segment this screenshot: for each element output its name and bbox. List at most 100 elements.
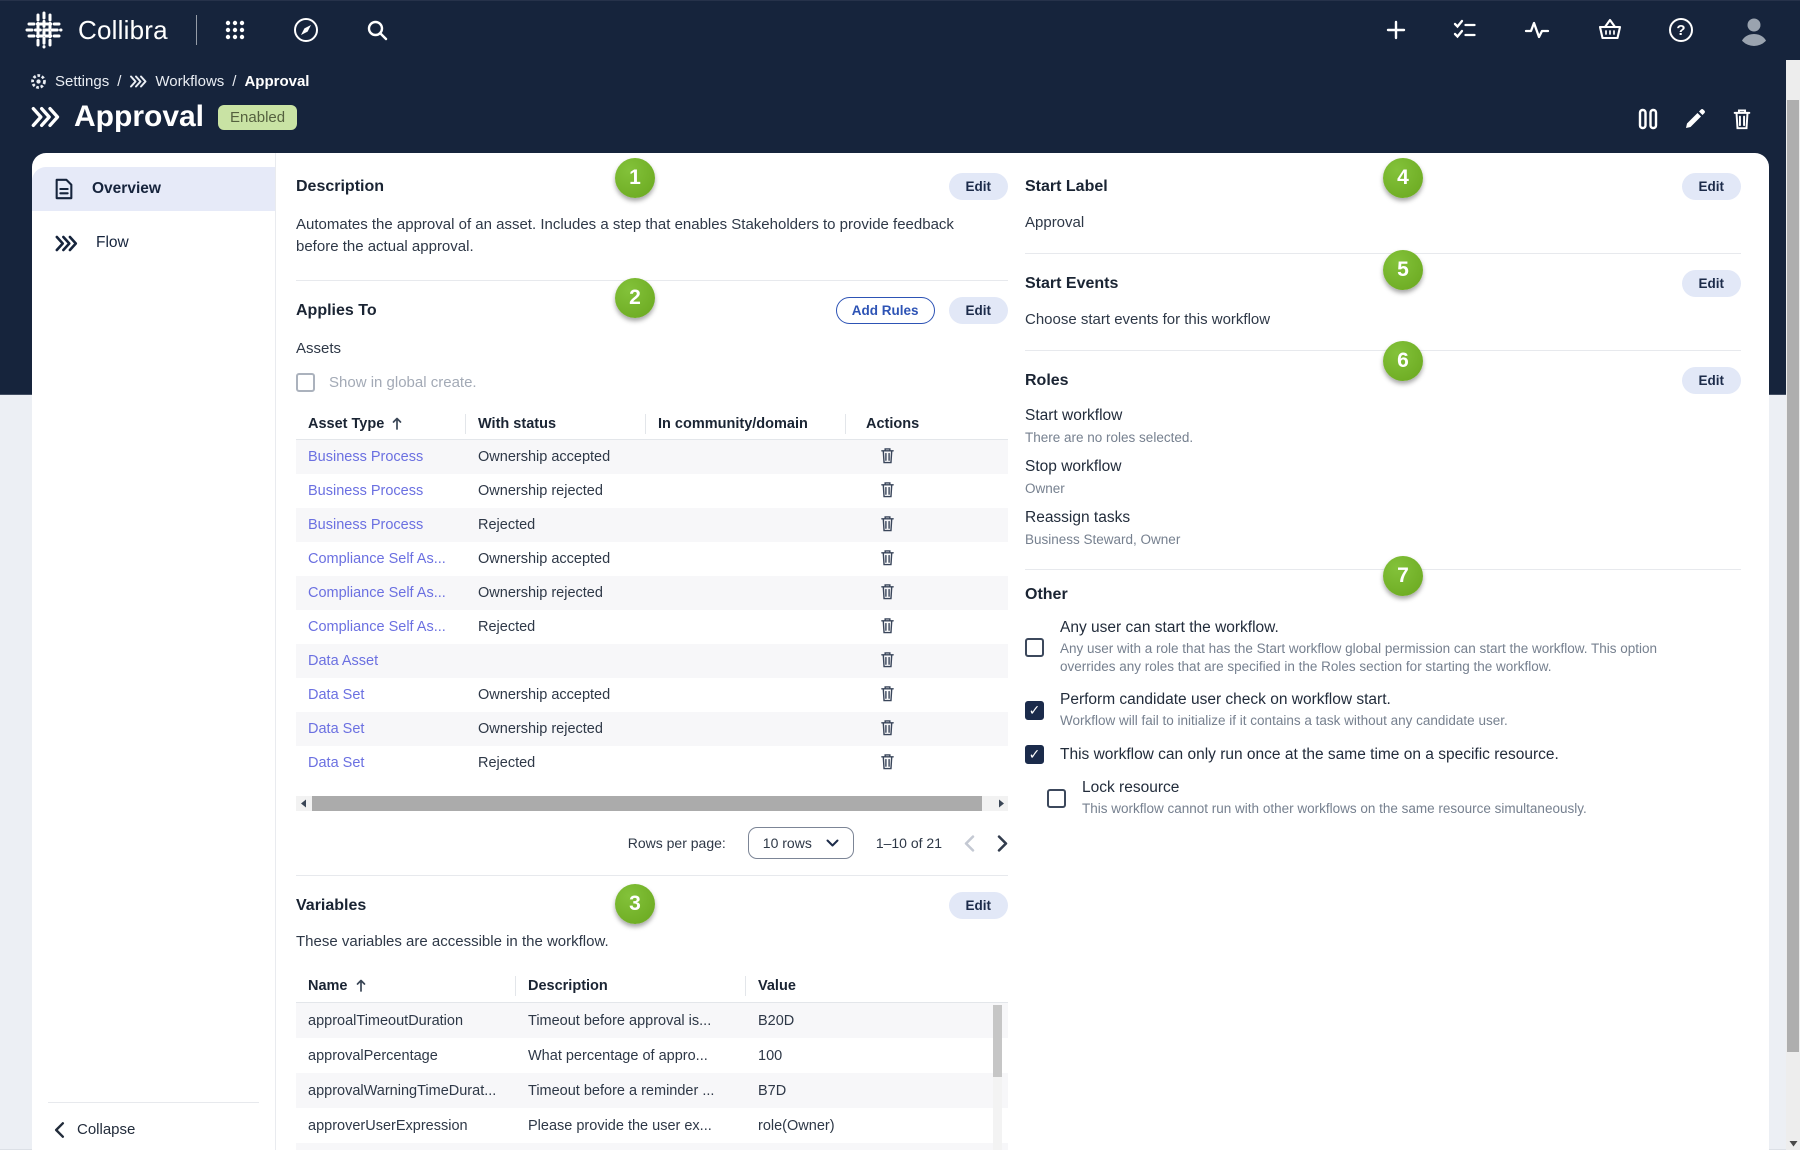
brand[interactable]: Collibra bbox=[24, 10, 168, 50]
breadcrumb: Settings / Workflows / Approval bbox=[30, 73, 309, 90]
breadcrumb-settings[interactable]: Settings bbox=[55, 73, 109, 90]
delete-row-icon[interactable] bbox=[880, 481, 895, 498]
delete-row-icon[interactable] bbox=[880, 617, 895, 634]
delete-row-icon[interactable] bbox=[880, 719, 895, 736]
breadcrumb-separator: / bbox=[232, 73, 236, 90]
variable-value: B20D bbox=[746, 1013, 976, 1029]
scrollbar-thumb[interactable] bbox=[312, 796, 982, 811]
breadcrumb-workflows[interactable]: Workflows bbox=[155, 73, 224, 90]
annotation-badge-5: 5 bbox=[1383, 250, 1423, 290]
title-actions bbox=[1638, 108, 1752, 130]
create-plus-icon[interactable] bbox=[1385, 19, 1407, 41]
avatar[interactable] bbox=[1738, 14, 1770, 46]
activity-icon[interactable] bbox=[1523, 16, 1551, 44]
variables-vertical-scrollbar[interactable] bbox=[993, 1005, 1002, 1150]
compass-icon[interactable] bbox=[293, 17, 319, 43]
page-vertical-scrollbar[interactable] bbox=[1786, 60, 1800, 1150]
option-label: This workflow can only run once at the s… bbox=[1060, 746, 1559, 764]
edit-pencil-icon[interactable] bbox=[1684, 108, 1706, 130]
delete-row-icon[interactable] bbox=[880, 583, 895, 600]
delete-row-icon[interactable] bbox=[880, 651, 895, 668]
delete-row-icon[interactable] bbox=[880, 685, 895, 702]
sidebar-item-label: Flow bbox=[96, 234, 129, 252]
column-header-actions: Actions bbox=[846, 414, 996, 434]
asset-type-link[interactable]: Business Process bbox=[308, 483, 423, 499]
asset-type-link[interactable]: Data Set bbox=[308, 687, 364, 703]
scrollbar-thumb[interactable] bbox=[1787, 100, 1799, 1052]
column-header-asset-type[interactable]: Asset Type bbox=[296, 414, 466, 434]
delete-row-icon[interactable] bbox=[880, 753, 895, 770]
column-header-value[interactable]: Value bbox=[746, 976, 976, 996]
role-assignees: Owner bbox=[1025, 481, 1741, 496]
asset-type-link[interactable]: Compliance Self As... bbox=[308, 619, 446, 635]
asset-type-link[interactable]: Business Process bbox=[308, 449, 423, 465]
asset-status: Rejected bbox=[466, 755, 646, 771]
other-title: Other bbox=[1025, 586, 1068, 604]
delete-trash-icon[interactable] bbox=[1732, 108, 1752, 130]
apps-grid-icon[interactable] bbox=[223, 18, 247, 42]
search-icon[interactable] bbox=[365, 18, 389, 42]
start-events-edit-button[interactable]: Edit bbox=[1682, 270, 1742, 297]
task-list-icon[interactable] bbox=[1452, 17, 1478, 43]
column-header-community[interactable]: In community/domain bbox=[646, 414, 846, 434]
next-page-icon[interactable] bbox=[997, 835, 1008, 852]
workflow-option: Lock resource This workflow cannot run w… bbox=[1047, 779, 1741, 818]
table-row: Data Asset bbox=[296, 644, 1008, 678]
column-header-name[interactable]: Name bbox=[296, 976, 516, 996]
option-checkbox[interactable]: ✓ bbox=[1025, 701, 1044, 720]
variables-subtitle: These variables are accessible in the wo… bbox=[296, 931, 1008, 953]
rows-per-page-select[interactable]: 10 rows bbox=[748, 827, 854, 859]
sidebar-item-flow[interactable]: Flow bbox=[32, 221, 275, 265]
table-row: Business Process Rejected bbox=[296, 508, 1008, 542]
asset-type-link[interactable]: Data Set bbox=[308, 755, 364, 771]
delete-row-icon[interactable] bbox=[880, 515, 895, 532]
option-description: Workflow will fail to initialize if it c… bbox=[1060, 712, 1508, 730]
variables-edit-button[interactable]: Edit bbox=[949, 892, 1009, 919]
option-checkbox[interactable] bbox=[1047, 789, 1066, 808]
scroll-left-arrow-icon[interactable] bbox=[296, 796, 310, 811]
global-create-checkbox[interactable] bbox=[296, 373, 315, 392]
asset-status: Rejected bbox=[466, 619, 646, 635]
asset-type-link[interactable]: Data Asset bbox=[308, 653, 378, 669]
description-edit-button[interactable]: Edit bbox=[949, 173, 1009, 200]
option-description: This workflow cannot run with other work… bbox=[1082, 800, 1587, 818]
help-icon[interactable]: ? bbox=[1669, 18, 1693, 42]
annotation-badge-3: 3 bbox=[615, 884, 655, 924]
topbar: Collibra bbox=[0, 0, 1800, 60]
column-header-with-status[interactable]: With status bbox=[466, 414, 646, 434]
scroll-down-arrow-icon[interactable] bbox=[1786, 1140, 1800, 1147]
scroll-right-arrow-icon[interactable] bbox=[994, 796, 1008, 811]
table-row: Data Set Rejected bbox=[296, 746, 1008, 780]
scrollbar-thumb[interactable] bbox=[993, 1005, 1002, 1077]
variable-name: approverUserExpression bbox=[296, 1118, 516, 1134]
global-create-label: Show in global create. bbox=[329, 374, 477, 391]
option-label: Any user can start the workflow. bbox=[1060, 619, 1710, 637]
collapse-button[interactable]: Collapse bbox=[32, 1121, 275, 1138]
option-checkbox[interactable]: ✓ bbox=[1025, 745, 1044, 764]
previous-page-icon[interactable] bbox=[964, 835, 975, 852]
option-checkbox[interactable] bbox=[1025, 638, 1044, 657]
sidebar: Overview Flow Collapse bbox=[32, 153, 276, 1150]
start-label-edit-button[interactable]: Edit bbox=[1682, 173, 1742, 200]
roles-edit-button[interactable]: Edit bbox=[1682, 367, 1742, 394]
pause-workflow-icon[interactable] bbox=[1638, 108, 1658, 130]
column-header-description[interactable]: Description bbox=[516, 976, 746, 996]
asset-type-link[interactable]: Compliance Self As... bbox=[308, 551, 446, 567]
workflow-option: ✓ Perform candidate user check on workfl… bbox=[1025, 691, 1741, 730]
roles-title: Roles bbox=[1025, 372, 1069, 390]
start-label-value: Approval bbox=[1025, 214, 1741, 231]
titlebar: Approval Enabled bbox=[30, 100, 297, 134]
asset-type-link[interactable]: Compliance Self As... bbox=[308, 585, 446, 601]
delete-row-icon[interactable] bbox=[880, 549, 895, 566]
delete-row-icon[interactable] bbox=[880, 447, 895, 464]
variables-title: Variables bbox=[296, 897, 366, 915]
asset-type-link[interactable]: Data Set bbox=[308, 721, 364, 737]
applies-to-edit-button[interactable]: Edit bbox=[949, 297, 1009, 324]
sidebar-item-overview[interactable]: Overview bbox=[32, 167, 275, 211]
annotation-badge-4: 4 bbox=[1383, 158, 1423, 198]
asset-type-link[interactable]: Business Process bbox=[308, 517, 423, 533]
table-horizontal-scrollbar[interactable] bbox=[296, 796, 1008, 811]
basket-icon[interactable] bbox=[1596, 16, 1624, 44]
variable-description: Timeout before approval is... bbox=[516, 1013, 746, 1029]
add-rules-button[interactable]: Add Rules bbox=[836, 297, 935, 324]
